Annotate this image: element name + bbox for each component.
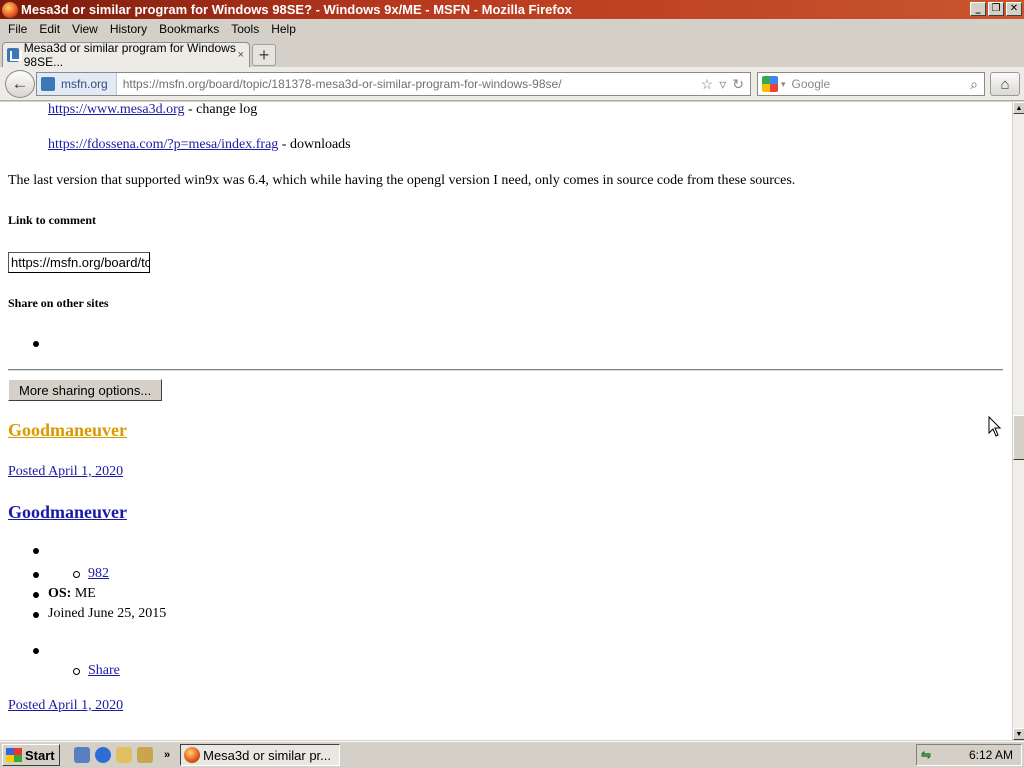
internet-explorer-icon[interactable] (95, 747, 111, 763)
home-icon: ⌂ (1000, 75, 1010, 93)
vertical-scrollbar[interactable]: ▲ ▼ (1012, 102, 1024, 740)
author-link-highlight[interactable]: Goodmaneuver (8, 420, 127, 440)
menu-bar: File Edit View History Bookmarks Tools H… (0, 19, 1024, 39)
reload-icon[interactable]: ↻ (732, 76, 744, 93)
scroll-up-arrow-icon[interactable]: ▲ (1013, 102, 1024, 114)
site-identity-button[interactable]: msfn.org (37, 73, 117, 95)
share-item: Share (88, 663, 120, 679)
msfn-favicon-icon (7, 48, 22, 62)
quick-launch: » (74, 747, 170, 763)
taskbar: Start » Mesa3d or similar pr... ⇋ 6:12 A… (0, 741, 1024, 768)
share-link[interactable]: Share (88, 663, 120, 678)
firefox-icon (184, 747, 201, 763)
share-list-bullet (33, 341, 39, 347)
share-heading: Share on other sites (8, 296, 109, 310)
changelog-suffix: - change log (184, 102, 258, 117)
clock[interactable]: 6:12 AM (969, 748, 1013, 762)
menu-view[interactable]: View (66, 22, 104, 36)
downloads-suffix: - downloads (278, 137, 351, 152)
bookmark-star-icon[interactable]: ☆ (701, 76, 714, 93)
google-icon[interactable] (762, 76, 778, 92)
more-sharing-button[interactable]: More sharing options... (8, 379, 163, 401)
search-bar[interactable]: ▾ Google ⌕ (757, 72, 985, 96)
os-info: OS: ME (48, 586, 96, 602)
os-bullet (33, 592, 39, 598)
menu-help[interactable]: Help (265, 22, 302, 36)
close-button[interactable]: ✕ (1006, 2, 1022, 16)
tab-title: Mesa3d or similar program for Windows 98… (23, 41, 236, 69)
start-button[interactable]: Start (2, 744, 60, 766)
windows-logo-icon (6, 748, 22, 762)
post-count-circle (73, 571, 80, 578)
site-identity-label: msfn.org (61, 77, 108, 91)
divider (8, 369, 1003, 371)
joined-bullet (33, 612, 39, 618)
post-paragraph: The last version that supported win9x wa… (8, 173, 796, 188)
window-titlebar: Mesa3d or similar program for Windows 98… (0, 0, 1024, 19)
taskbar-item-label: Mesa3d or similar pr... (203, 747, 331, 763)
posted-date-top: Posted April 1, 2020 (8, 464, 123, 480)
scroll-down-arrow-icon[interactable]: ▼ (1013, 728, 1024, 740)
network-icon[interactable]: ⇋ (921, 748, 931, 762)
search-icon[interactable]: ⌕ (970, 76, 978, 93)
mesa3d-link[interactable]: https://www.mesa3d.org (48, 102, 185, 117)
post-count-link[interactable]: 982 (88, 566, 109, 581)
home-button[interactable]: ⌂ (990, 72, 1020, 96)
taskbar-item-firefox[interactable]: Mesa3d or similar pr... (180, 744, 341, 766)
quicklaunch-more-icon[interactable]: » (164, 749, 170, 761)
post-count-bullet (33, 572, 39, 578)
menu-edit[interactable]: Edit (33, 22, 66, 36)
link-to-comment-heading: Link to comment (8, 213, 96, 227)
author-name: Goodmaneuver (8, 502, 127, 523)
fdossena-link[interactable]: https://fdossena.com/?p=mesa/index.frag (48, 137, 278, 152)
author-link[interactable]: Goodmaneuver (8, 502, 127, 522)
navigation-toolbar: ← msfn.org https://msfn.org/board/topic/… (0, 67, 1024, 101)
back-arrow-icon: ← (11, 74, 29, 93)
search-engine-dropdown-icon[interactable]: ▾ (781, 79, 786, 90)
share-section-bullet (33, 648, 39, 654)
history-dropdown-icon[interactable]: ▿ (719, 76, 726, 93)
menu-bookmarks[interactable]: Bookmarks (153, 22, 225, 36)
comment-link-field[interactable]: https://msfn.org/board/topic/181378 (8, 252, 150, 273)
post-count: 982 (88, 566, 109, 582)
url-text[interactable]: https://msfn.org/board/topic/181378-mesa… (117, 77, 562, 91)
joined-date: Joined June 25, 2015 (48, 606, 167, 621)
msfn-favicon-icon (41, 77, 55, 91)
tab-strip: Mesa3d or similar program for Windows 98… (0, 39, 1024, 69)
menu-history[interactable]: History (104, 22, 153, 36)
start-label: Start (25, 747, 55, 763)
os-label: OS: (48, 586, 72, 601)
tab-active[interactable]: Mesa3d or similar program for Windows 98… (2, 41, 250, 69)
back-button[interactable]: ← (5, 70, 35, 98)
mouse-cursor-icon (988, 416, 1002, 437)
page-content: https://www.mesa3d.org - change log http… (0, 102, 1012, 740)
window-title: Mesa3d or similar program for Windows 98… (21, 2, 572, 17)
new-tab-button[interactable]: + (252, 44, 276, 66)
firefox-icon (2, 1, 18, 18)
os-value: ME (71, 586, 96, 601)
tab-close-icon[interactable]: × (238, 49, 244, 61)
changelog-line: https://www.mesa3d.org - change log (48, 102, 257, 118)
scrollbar-thumb[interactable] (1013, 415, 1024, 460)
downloads-line: https://fdossena.com/?p=mesa/index.frag … (48, 137, 351, 153)
author-info-bullet (33, 548, 39, 554)
show-desktop-icon[interactable] (74, 747, 90, 763)
posted-date: Posted April 1, 2020 (8, 698, 123, 714)
posted-date-link-top[interactable]: Posted April 1, 2020 (8, 464, 123, 479)
author-name-highlight: Goodmaneuver (8, 420, 127, 441)
menu-file[interactable]: File (0, 22, 33, 36)
outlook-express-icon[interactable] (116, 747, 132, 763)
maximize-button[interactable]: ❐ (988, 2, 1004, 16)
posted-date-link[interactable]: Posted April 1, 2020 (8, 698, 123, 713)
system-tray: ⇋ 6:12 AM (916, 744, 1022, 766)
explorer-icon[interactable] (137, 747, 153, 763)
search-input[interactable]: Google (792, 77, 831, 91)
url-bar[interactable]: msfn.org https://msfn.org/board/topic/18… (36, 72, 751, 96)
minimize-button[interactable]: _ (970, 2, 986, 16)
menu-tools[interactable]: Tools (225, 22, 265, 36)
share-circle (73, 668, 80, 675)
